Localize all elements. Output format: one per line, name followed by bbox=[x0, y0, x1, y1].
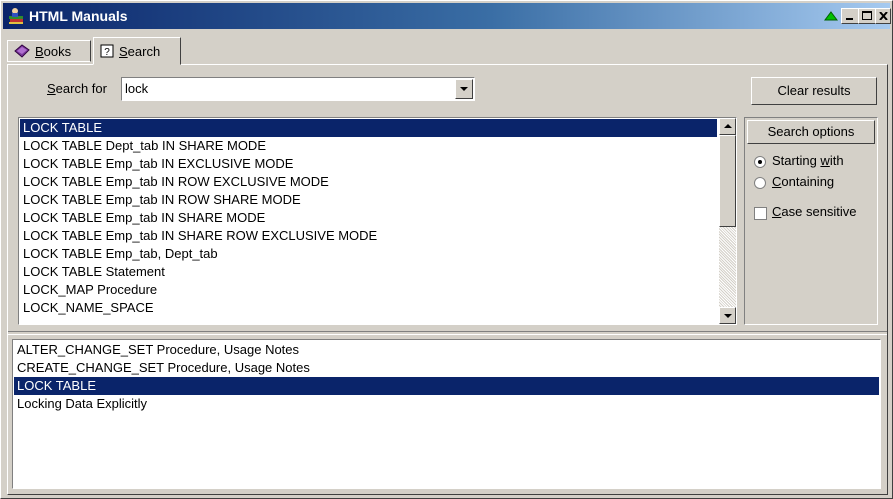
list-item[interactable]: LOCK_MAP Procedure bbox=[20, 281, 717, 299]
maximize-icon bbox=[862, 11, 872, 20]
minimize-button[interactable] bbox=[841, 8, 859, 24]
minimize-icon bbox=[846, 18, 853, 20]
list-item[interactable]: LOCK TABLE Emp_tab IN ROW SHARE MODE bbox=[20, 191, 717, 209]
clear-results-button[interactable]: Clear results bbox=[751, 77, 877, 105]
app-books-icon bbox=[9, 8, 23, 24]
starting-with-radio[interactable] bbox=[754, 156, 766, 168]
pin-up-icon[interactable] bbox=[824, 11, 838, 21]
list-item[interactable]: LOCK TABLE Dept_tab IN SHARE MODE bbox=[20, 137, 717, 155]
close-icon bbox=[879, 12, 888, 20]
list-item[interactable]: ALTER_CHANGE_SET Procedure, Usage Notes bbox=[14, 341, 879, 359]
tab-search[interactable]: ? Search bbox=[93, 37, 181, 65]
arrow-up-icon bbox=[724, 124, 732, 128]
index-scrollbar[interactable] bbox=[719, 118, 736, 324]
list-item[interactable]: LOCK TABLE Emp_tab IN SHARE MODE bbox=[20, 209, 717, 227]
list-item[interactable]: Locking Data Explicitly bbox=[14, 395, 879, 413]
containing-radio[interactable] bbox=[754, 177, 766, 189]
topic-results-list[interactable]: ALTER_CHANGE_SET Procedure, Usage Notes C… bbox=[12, 339, 881, 489]
search-panel: Search for lock Clear results LOCK TABLE… bbox=[7, 64, 888, 495]
books-icon bbox=[14, 44, 30, 58]
list-item[interactable]: LOCK_NAME_SPACE bbox=[20, 299, 717, 317]
list-item[interactable]: LOCK TABLE Emp_tab IN SHARE ROW EXCLUSIV… bbox=[20, 227, 717, 245]
maximize-button[interactable] bbox=[858, 8, 876, 24]
scroll-thumb[interactable] bbox=[719, 135, 736, 227]
search-dropdown-button[interactable] bbox=[455, 79, 473, 99]
search-combobox[interactable]: lock bbox=[121, 77, 475, 101]
search-page-icon: ? bbox=[100, 44, 114, 58]
search-options-header[interactable]: Search options bbox=[747, 120, 875, 144]
scroll-down-button[interactable] bbox=[719, 307, 736, 324]
list-item[interactable]: LOCK TABLE bbox=[14, 377, 879, 395]
search-input[interactable]: lock bbox=[125, 81, 148, 96]
list-item[interactable]: LOCK TABLE Emp_tab IN EXCLUSIVE MODE bbox=[20, 155, 717, 173]
list-item[interactable]: CREATE_CHANGE_SET Procedure, Usage Notes bbox=[14, 359, 879, 377]
scroll-up-button[interactable] bbox=[719, 118, 736, 135]
svg-text:?: ? bbox=[104, 47, 110, 58]
chevron-down-icon bbox=[460, 87, 468, 91]
case-sensitive-checkbox[interactable] bbox=[754, 207, 767, 220]
list-item[interactable]: LOCK TABLE Statement bbox=[20, 263, 717, 281]
window-title: HTML Manuals bbox=[29, 8, 128, 24]
starting-with-label[interactable]: Starting with bbox=[772, 153, 844, 168]
containing-label[interactable]: Containing bbox=[772, 174, 834, 189]
splitter[interactable] bbox=[8, 331, 887, 335]
search-for-label: Search for bbox=[47, 81, 107, 96]
tab-books[interactable]: Books bbox=[7, 40, 91, 62]
index-results-list[interactable]: LOCK TABLE LOCK TABLE Dept_tab IN SHARE M… bbox=[18, 117, 737, 325]
case-sensitive-label[interactable]: Case sensitive bbox=[772, 204, 857, 219]
app-window: HTML Manuals Books ? Search Search for l… bbox=[0, 0, 893, 499]
list-item[interactable]: LOCK TABLE bbox=[20, 119, 717, 137]
close-button[interactable] bbox=[875, 8, 891, 24]
title-bar[interactable]: HTML Manuals bbox=[3, 3, 891, 29]
list-item[interactable]: LOCK TABLE Emp_tab IN ROW EXCLUSIVE MODE bbox=[20, 173, 717, 191]
search-options-panel: Search options Starting with Containing … bbox=[744, 117, 878, 325]
list-item[interactable]: LOCK TABLE Emp_tab, Dept_tab bbox=[20, 245, 717, 263]
arrow-down-icon bbox=[724, 314, 732, 318]
